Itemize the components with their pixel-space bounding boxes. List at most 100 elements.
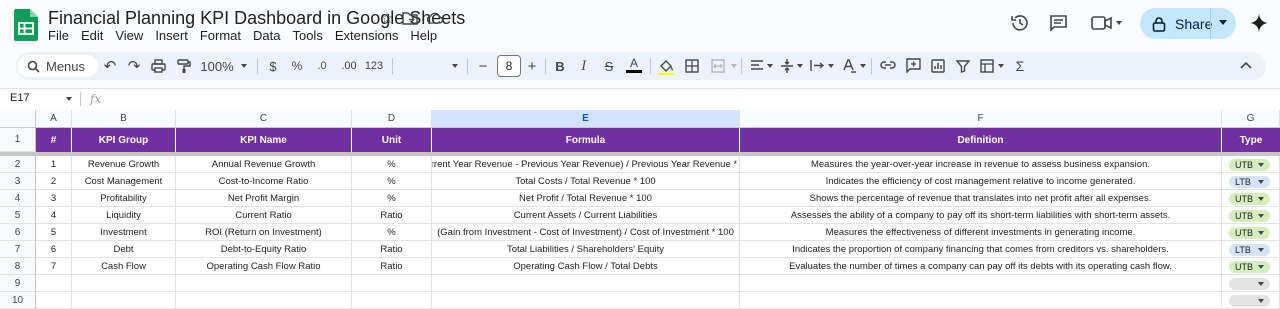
cell-number[interactable]: 5: [36, 224, 72, 241]
row-header-3[interactable]: 3: [0, 173, 36, 190]
cell-kpi-group[interactable]: Revenue Growth: [72, 156, 176, 173]
cell-formula[interactable]: Net Profit / Total Revenue * 100: [432, 190, 740, 207]
menu-edit[interactable]: Edit: [75, 27, 109, 44]
cell-formula[interactable]: [432, 292, 740, 309]
row-header-9[interactable]: 9: [0, 275, 36, 292]
menu-format[interactable]: Format: [194, 27, 247, 44]
cell-kpi-group[interactable]: Cost Management: [72, 173, 176, 190]
header-cell-formula[interactable]: Formula: [432, 128, 740, 152]
menu-view[interactable]: View: [109, 27, 149, 44]
currency-format-button[interactable]: $: [266, 56, 280, 76]
menu-extensions[interactable]: Extensions: [329, 27, 405, 44]
cell-formula[interactable]: (Current Year Revenue - Previous Year Re…: [432, 156, 740, 173]
undo-icon[interactable]: ↶: [102, 56, 118, 76]
cell-definition[interactable]: [740, 275, 1222, 292]
borders-icon[interactable]: [685, 59, 699, 73]
cell-unit[interactable]: %: [352, 173, 432, 190]
menu-data[interactable]: Data: [247, 27, 286, 44]
print-icon[interactable]: [151, 59, 166, 73]
merge-dropdown-icon[interactable]: [731, 64, 737, 68]
cell-definition[interactable]: Assesses the ability of a company to pay…: [740, 207, 1222, 224]
type-dropdown-chip[interactable]: UTB: [1229, 260, 1270, 273]
column-header-c[interactable]: C: [176, 110, 352, 128]
header-cell-kpi-group[interactable]: KPI Group: [72, 128, 176, 152]
percent-format-button[interactable]: %: [290, 56, 304, 76]
type-dropdown-chip[interactable]: UTB: [1229, 158, 1270, 171]
insert-chart-icon[interactable]: [931, 59, 945, 73]
bold-icon[interactable]: B: [553, 56, 567, 76]
menu-file[interactable]: File: [42, 27, 75, 44]
row-header-7[interactable]: 7: [0, 241, 36, 258]
cell-formula[interactable]: Total Costs / Total Revenue * 100: [432, 173, 740, 190]
cell-definition[interactable]: Shows the percentage of revenue that tra…: [740, 190, 1222, 207]
move-folder-icon[interactable]: [402, 11, 418, 25]
meet-icon[interactable]: [1091, 15, 1113, 31]
column-header-b[interactable]: B: [72, 110, 176, 128]
fill-color-icon[interactable]: [658, 58, 674, 75]
cell-kpi-group[interactable]: Profitability: [72, 190, 176, 207]
cell-number[interactable]: 7: [36, 258, 72, 275]
paint-format-icon[interactable]: [177, 59, 191, 74]
column-header-g[interactable]: G: [1222, 110, 1280, 128]
cell-number[interactable]: [36, 275, 72, 292]
select-all-corner[interactable]: [0, 110, 36, 128]
insert-link-icon[interactable]: [880, 60, 896, 70]
column-header-a[interactable]: A: [36, 110, 72, 128]
type-dropdown-chip[interactable]: LTB: [1229, 243, 1270, 256]
cell-kpi-name[interactable]: Annual Revenue Growth: [176, 156, 352, 173]
menu-insert[interactable]: Insert: [149, 27, 194, 44]
type-dropdown-chip[interactable]: LTB: [1229, 175, 1270, 188]
cell-kpi-group[interactable]: Liquidity: [72, 207, 176, 224]
functions-icon[interactable]: Σ: [1013, 56, 1027, 76]
cell-kpi-group[interactable]: Debt: [72, 241, 176, 258]
header-cell-kpi-name[interactable]: KPI Name: [176, 128, 352, 152]
strikethrough-icon[interactable]: S: [601, 56, 617, 76]
cell-definition[interactable]: [740, 292, 1222, 309]
menu-tools[interactable]: Tools: [286, 27, 328, 44]
cloud-status-icon[interactable]: [427, 12, 443, 24]
filter-icon[interactable]: [956, 59, 970, 73]
cell-unit[interactable]: Ratio: [352, 241, 432, 258]
horizontal-align-icon[interactable]: [750, 59, 764, 72]
cell-formula[interactable]: Current Assets / Current Liabilities: [432, 207, 740, 224]
cell-kpi-group[interactable]: Cash Flow: [72, 258, 176, 275]
collapse-toolbar-icon[interactable]: [1240, 61, 1252, 69]
row-header-4[interactable]: 4: [0, 190, 36, 207]
column-header-d[interactable]: D: [352, 110, 432, 128]
header-cell-type[interactable]: Type: [1222, 128, 1280, 152]
header-cell-definition[interactable]: Definition: [740, 128, 1222, 152]
vertical-align-icon[interactable]: [780, 58, 794, 74]
column-header-e[interactable]: E: [432, 110, 740, 128]
gemini-icon[interactable]: [1249, 13, 1269, 33]
cell-unit[interactable]: %: [352, 156, 432, 173]
row-header-5[interactable]: 5: [0, 207, 36, 224]
text-rotation-dropdown-icon[interactable]: [860, 64, 866, 68]
cell-number[interactable]: 6: [36, 241, 72, 258]
increase-decimal-button[interactable]: .00: [338, 56, 360, 76]
cell-unit[interactable]: %: [352, 224, 432, 241]
decrease-decimal-button[interactable]: .0: [313, 56, 331, 76]
cell-definition[interactable]: Evaluates the number of times a company …: [740, 258, 1222, 275]
name-box-dropdown-icon[interactable]: [66, 97, 72, 101]
cell-formula[interactable]: Total Liabilities / Shareholders' Equity: [432, 241, 740, 258]
cell-formula[interactable]: Operating Cash Flow / Total Debts: [432, 258, 740, 275]
type-dropdown-chip[interactable]: UTB: [1229, 209, 1270, 222]
italic-icon[interactable]: I: [577, 56, 591, 76]
increase-font-size-button[interactable]: +: [525, 56, 539, 76]
column-header-f[interactable]: F: [740, 110, 1222, 128]
row-header-8[interactable]: 8: [0, 258, 36, 275]
cell-definition[interactable]: Indicates the efficiency of cost managem…: [740, 173, 1222, 190]
cell-definition[interactable]: Measures the effectiveness of different …: [740, 224, 1222, 241]
cell-definition[interactable]: Measures the year-over-year increase in …: [740, 156, 1222, 173]
more-formats-button[interactable]: 123: [364, 56, 384, 76]
cell-unit[interactable]: [352, 275, 432, 292]
cell-kpi-name[interactable]: [176, 292, 352, 309]
cell-formula[interactable]: (Gain from Investment - Cost of Investme…: [432, 224, 740, 241]
name-box[interactable]: E17: [10, 92, 30, 104]
formula-input[interactable]: [110, 90, 1270, 108]
meet-dropdown-icon[interactable]: [1116, 21, 1122, 25]
cell-number[interactable]: [36, 292, 72, 309]
horizontal-align-dropdown-icon[interactable]: [767, 64, 773, 68]
cell-number[interactable]: 1: [36, 156, 72, 173]
insert-comment-icon[interactable]: [906, 58, 921, 73]
